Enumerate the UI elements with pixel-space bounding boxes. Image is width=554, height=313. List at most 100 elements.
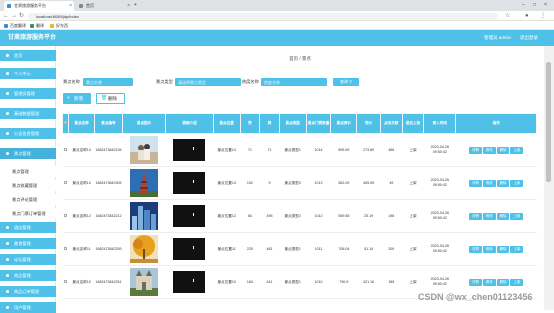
row-op-button[interactable]: 上架 [510,245,524,253]
row-op-button[interactable]: 删除 [496,146,510,154]
row-op-button[interactable]: 修改 [482,212,496,220]
table-row[interactable]: 景点名称12 1682473842212 景点位置12 84 495 景点类型2 1012 5… [62,199,537,233]
add-button[interactable]: + 新增 [63,93,91,104]
cell-tickets: 1010 [306,265,331,299]
star-icon[interactable]: ☆ [505,11,510,21]
row-op-button[interactable]: 删除 [496,245,510,253]
batch-delete-button[interactable]: 🗑 删除 [96,93,125,104]
search-button[interactable]: 查询 ⚲ [333,78,359,86]
sidebar-subitem-label: 景点管理 [12,169,29,174]
row-op-button[interactable]: 删除 [496,278,510,286]
sidebar-subitem[interactable]: 景点收藏管理 [0,180,56,191]
row-op-button[interactable]: 详情 [469,179,482,187]
tab-inactive[interactable]: 首页 × [76,1,132,11]
sidebar-item[interactable]: 商品订单管理 [0,286,56,297]
sidebar-item-label: 景点管理 [14,151,31,156]
cell-price: 421.16 [356,265,381,299]
cell-operations: 详情 修改 删除 上架 [455,199,537,233]
sidebar-subitem[interactable]: 景点评论管理 [0,194,56,205]
sidebar-subitem[interactable]: 景点管理 [0,166,56,177]
row-op-button[interactable]: 修改 [482,179,496,187]
row-op-button[interactable]: 修改 [482,146,496,154]
cell-operations: 详情 修改 删除 上架 [455,166,537,200]
menu-bullet-icon [6,72,9,75]
sidebar-item[interactable]: 用户管理 [0,302,56,313]
bookmark-item[interactable]: 百度翻译 [4,21,26,30]
new-tab-icon[interactable]: + [134,0,137,11]
maximize-icon[interactable]: □ [533,0,536,11]
bookmark-item[interactable]: 好东西 [50,21,68,30]
cell-video[interactable] [165,133,214,167]
column-header: 景点类型 [278,113,307,134]
checkbox-icon[interactable] [64,180,68,184]
sidebar-item[interactable]: 个人中心 [0,68,56,79]
row-op-button[interactable]: 详情 [469,212,482,220]
row-op-button[interactable]: 上架 [510,278,524,286]
row-op-button[interactable]: 详情 [469,146,482,154]
cell-type: 景点类型1 [279,232,307,266]
row-op-button[interactable]: 上架 [510,212,524,220]
row-op-button[interactable]: 详情 [469,278,482,286]
profile-icon[interactable]: ● [525,11,529,21]
hot-filter-input[interactable] [261,78,327,86]
video-player[interactable] [173,139,206,161]
close-tab-icon[interactable]: × [127,1,130,11]
cell-dislikes: 441 [259,265,280,299]
tab-active[interactable]: 甘肃旅游服务平台 × [4,1,74,11]
sidebar-item[interactable]: 景点管理 [0,148,56,159]
cell-time: 2023-04-26 09:50:42 [423,166,456,200]
video-player[interactable] [173,172,206,194]
row-op-button[interactable]: 删除 [496,212,510,220]
cell-price: 25.19 [356,199,381,233]
table-row[interactable]: 景点名称11 1682473842259 景点位置11 225 481 景点类型1 1011… [62,232,537,266]
cell-video[interactable] [165,265,214,299]
cell-video[interactable] [165,199,214,233]
sidebar-subitem[interactable]: 景点门票订单管理 [0,208,56,219]
sidebar-item[interactable]: 酒店管理 [0,222,56,233]
sidebar-item[interactable]: 管理员管理 [0,88,56,99]
row-op-button[interactable]: 上架 [510,179,524,187]
checkbox-icon[interactable] [64,121,68,125]
bookmark-item[interactable]: 翻译 [30,21,44,30]
back-icon[interactable]: ← [3,11,9,21]
cell-code: 1682473842212 [94,199,123,233]
menu-icon[interactable]: ⋮ [540,11,546,21]
minimize-icon[interactable]: – [522,0,525,11]
scenic-photo [130,268,159,296]
checkbox-icon[interactable] [64,147,68,151]
sidebar-item[interactable]: 公告信息管理 [0,128,56,139]
checkbox-icon[interactable] [64,213,68,217]
type-filter-select[interactable] [175,78,241,86]
url-field[interactable]: localhost:8080/jdp/index [28,12,498,20]
video-player[interactable] [173,238,206,260]
column-header: 是否上架 [401,113,425,134]
sidebar-item[interactable]: 论坛管理 [0,254,56,265]
row-op-button[interactable]: 修改 [482,245,496,253]
close-tab-icon[interactable]: × [69,1,72,11]
sidebar-item[interactable]: 美食管理 [0,238,56,249]
cell-location: 景点位置11 [213,232,241,266]
forward-icon[interactable]: → [11,11,17,21]
scrollbar-thumb[interactable] [546,62,551,182]
table-row[interactable]: 景点名称13 1682473842309 景点位置13 152 9 景点类型3 1013 58… [62,166,537,200]
cell-video[interactable] [165,166,214,200]
reload-icon[interactable]: ↻ [19,11,24,21]
sidebar-item-label: 个人中心 [14,71,31,76]
sidebar-item[interactable]: 基础数据管理 [0,108,56,119]
cell-price: 273.89 [356,133,381,167]
checkbox-icon[interactable] [64,246,68,250]
name-filter-input[interactable] [83,78,133,86]
checkbox-icon[interactable] [64,279,68,283]
row-op-button[interactable]: 上架 [510,146,524,154]
cell-video[interactable] [165,232,214,266]
row-op-button[interactable]: 删除 [496,179,510,187]
window-close-icon[interactable]: × [544,0,547,11]
video-player[interactable] [173,205,206,227]
sidebar-item[interactable]: 商品管理 [0,270,56,281]
row-op-button[interactable]: 详情 [469,245,482,253]
logout-link[interactable]: 退出登录 [520,30,538,46]
sidebar-item[interactable]: 首页 [0,50,56,61]
video-player[interactable] [173,271,206,293]
table-row[interactable]: 景点名称14 1682473842226 景点位置14 71 71 景点类型1 1014 89… [62,133,537,167]
row-op-button[interactable]: 修改 [482,278,496,286]
